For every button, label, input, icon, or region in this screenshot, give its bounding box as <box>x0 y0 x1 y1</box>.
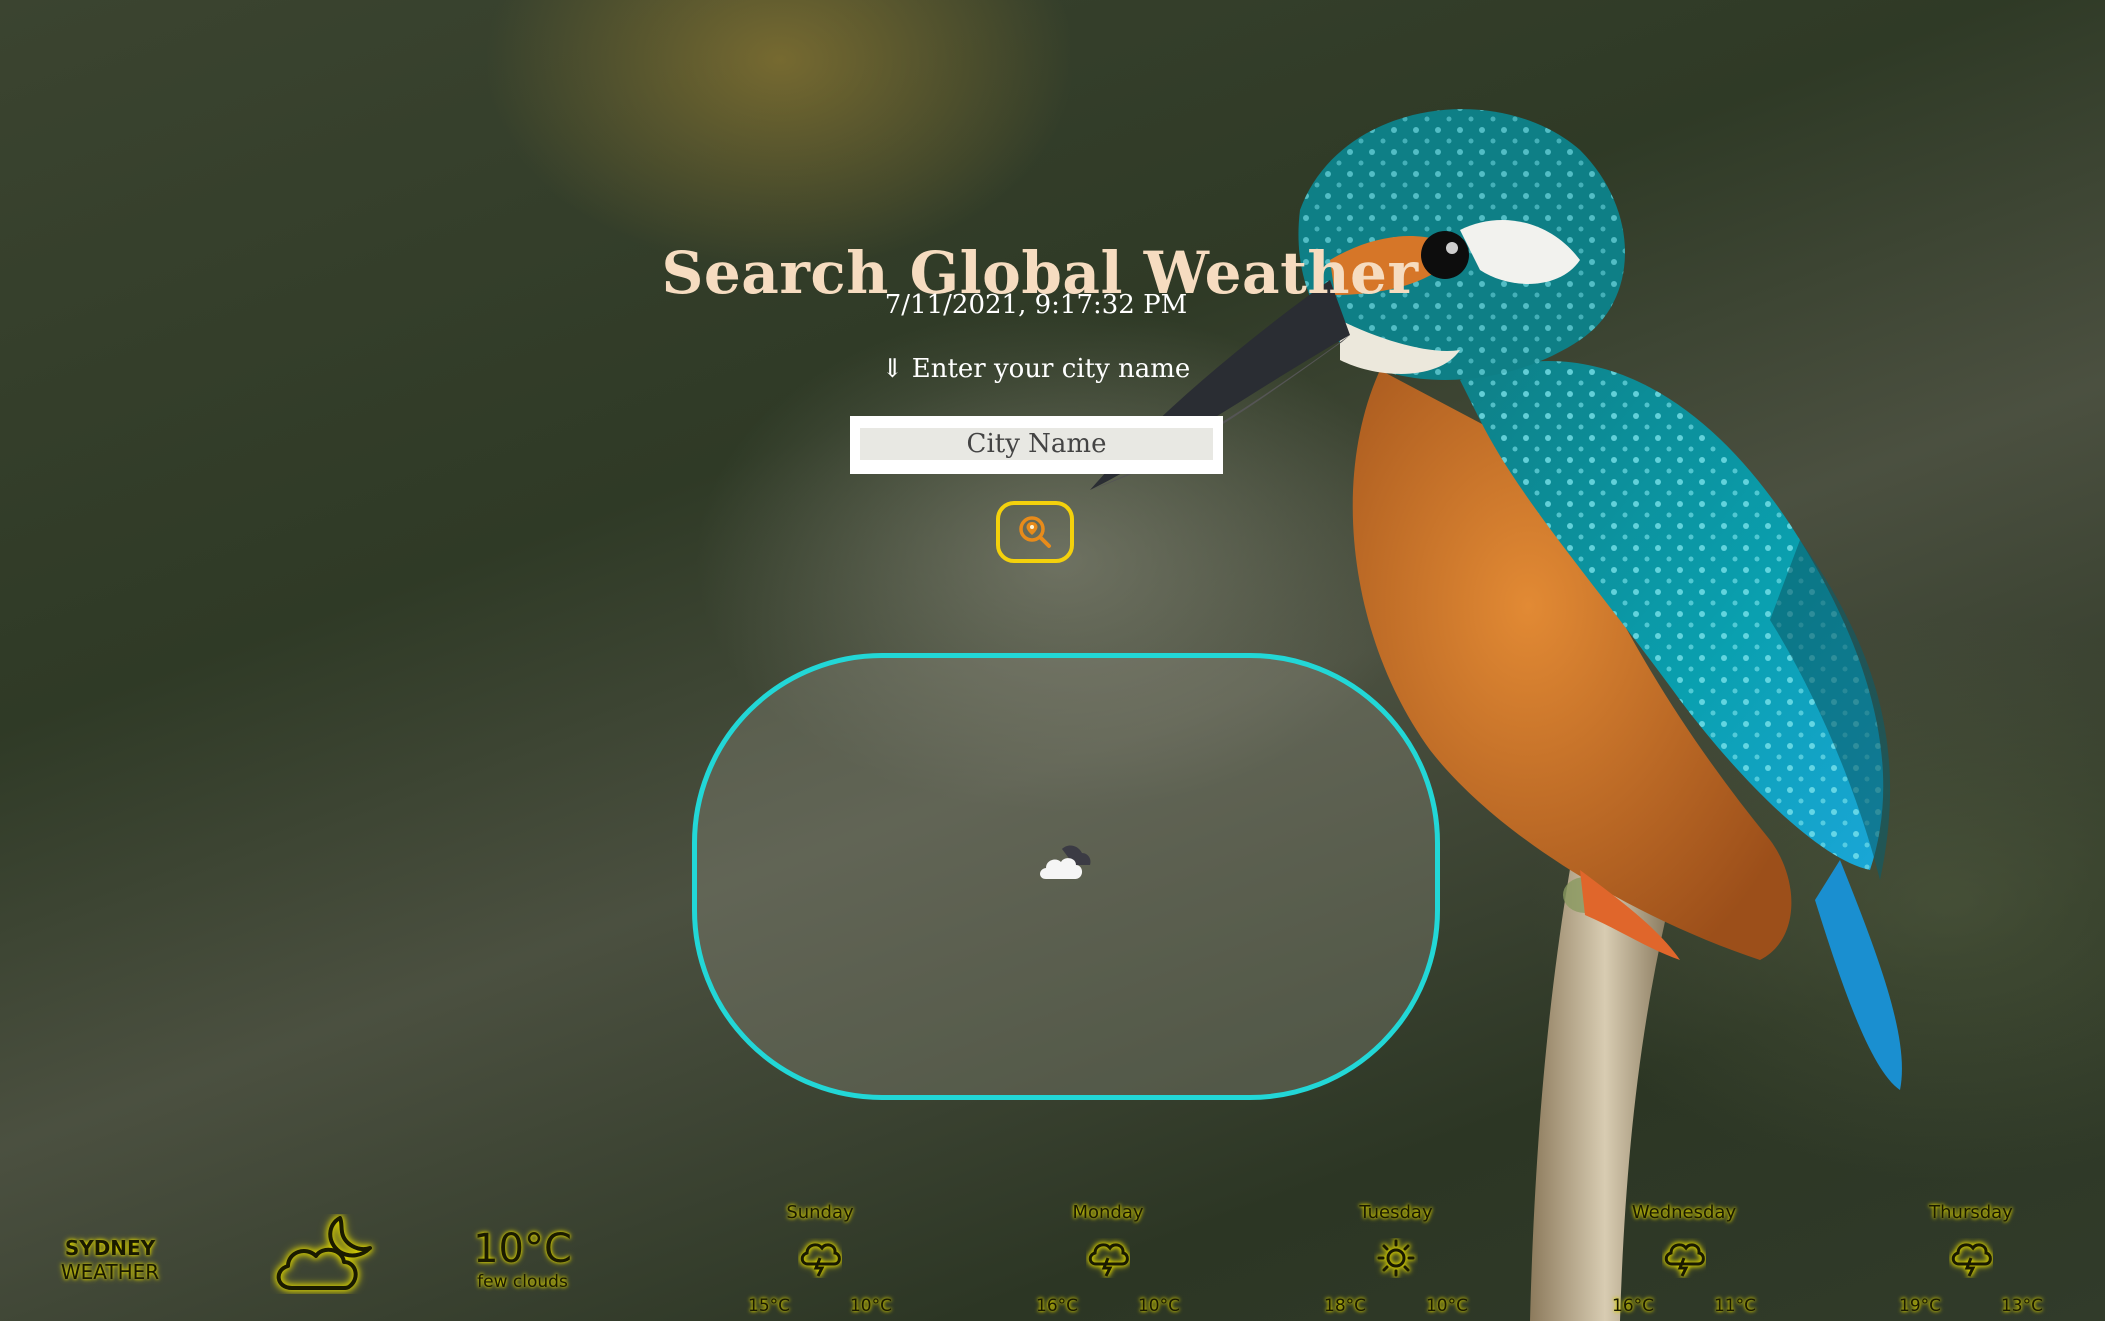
rain-cloud-icon <box>1088 1243 1129 1277</box>
forecast-day-name: Tuesday <box>1359 1202 1433 1223</box>
forecast-high: 15°C <box>748 1296 791 1316</box>
forecast-temps: 19°C 13°C <box>1871 1296 2071 1320</box>
forecast-high: 19°C <box>1899 1296 1942 1316</box>
forecast-high: 18°C <box>1324 1296 1367 1316</box>
sun-icon <box>1377 1239 1415 1277</box>
weather-page: Search Global Weather 7/11/2021, 9:17:32… <box>0 0 2105 1321</box>
forecast-low: 11°C <box>1713 1296 1756 1316</box>
search-button[interactable] <box>996 501 1074 563</box>
widget-city-name: SYDNEY <box>64 1236 156 1260</box>
city-search-box <box>850 416 1223 474</box>
partly-cloudy-night-icon <box>276 1216 372 1290</box>
current-temperature: 10°C <box>473 1226 572 1272</box>
rain-cloud-icon <box>1664 1243 1705 1277</box>
forecast-day-name: Thursday <box>1929 1202 2013 1223</box>
city-name-input[interactable] <box>860 428 1213 460</box>
forecast-day: Sunday 15°C 10°C <box>720 1200 920 1320</box>
rain-cloud-icon <box>1951 1243 1992 1277</box>
widget-label: WEATHER <box>60 1260 160 1284</box>
forecast-low: 10°C <box>849 1296 892 1316</box>
forecast-day: Wednesday 16°C 11°C <box>1584 1200 1784 1320</box>
forecast-temps: 16°C 10°C <box>1008 1296 1208 1320</box>
forecast-day-name: Sunday <box>786 1202 854 1223</box>
forecast-day: Monday 16°C 10°C <box>1008 1200 1208 1320</box>
forecast-day-name: Wednesday <box>1631 1202 1737 1223</box>
forecast-temps: 16°C 11°C <box>1584 1296 1784 1320</box>
forecast-high: 16°C <box>1036 1296 1079 1316</box>
current-datetime: 7/11/2021, 9:17:32 PM <box>884 290 1188 320</box>
city-prompt: ⇓ Enter your city name <box>881 354 1191 384</box>
widget-city: SYDNEY WEATHER <box>40 1236 180 1284</box>
forecast-day-name: Monday <box>1072 1202 1144 1223</box>
widget-current: 10°C few clouds <box>440 1226 605 1292</box>
forecast-day: Thursday 19°C 13°C <box>1871 1200 2071 1320</box>
forecast-low: 10°C <box>1425 1296 1468 1316</box>
cloud-night-icon <box>1040 845 1091 879</box>
forecast-day: Tuesday 18°C 10°C <box>1296 1200 1496 1320</box>
current-description: few clouds <box>477 1272 568 1292</box>
rain-cloud-icon <box>800 1243 841 1277</box>
forecast-low: 13°C <box>2000 1296 2043 1316</box>
location-search-icon <box>1019 516 1051 548</box>
forecast-temps: 18°C 10°C <box>1296 1296 1496 1320</box>
forecast-high: 16°C <box>1612 1296 1655 1316</box>
forecast-temps: 15°C 10°C <box>720 1296 920 1320</box>
forecast-low: 10°C <box>1137 1296 1180 1316</box>
